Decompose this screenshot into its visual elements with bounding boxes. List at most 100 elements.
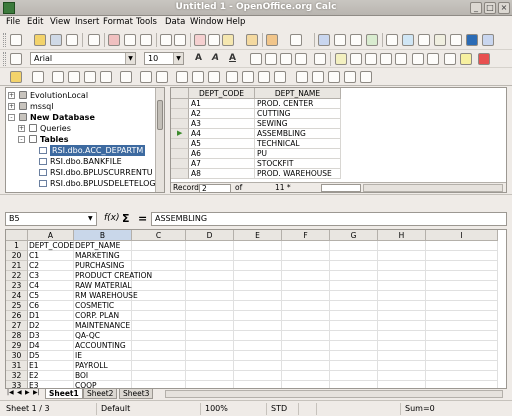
paste-icon[interactable]	[222, 34, 234, 46]
sheet-cell[interactable]	[378, 351, 426, 361]
sheet-cell[interactable]	[426, 291, 498, 301]
sheet-cell[interactable]	[330, 281, 378, 291]
sheet-cell[interactable]	[282, 251, 330, 261]
sheet-cell[interactable]: CORP. PLAN	[74, 311, 132, 321]
beamer-splitter[interactable]	[0, 194, 512, 208]
sheet-cell[interactable]	[234, 301, 282, 311]
apply-filter-icon[interactable]	[242, 71, 254, 83]
toolbar-grip[interactable]	[3, 33, 6, 47]
grid-cell-dept-name[interactable]: PU	[255, 149, 341, 159]
sheet-cell[interactable]: C5	[28, 291, 74, 301]
expand-icon[interactable]: +	[18, 125, 25, 132]
sheet-cell[interactable]	[132, 361, 186, 371]
sheet-cell[interactable]: COSMETIC	[74, 301, 132, 311]
sheet-cell[interactable]	[282, 371, 330, 381]
zoom-icon[interactable]	[466, 34, 478, 46]
menu-insert[interactable]: Insert	[75, 17, 99, 27]
tab-sheet2[interactable]: Sheet2	[83, 389, 118, 399]
sheet-cell[interactable]	[426, 301, 498, 311]
sheet-cell[interactable]	[186, 381, 234, 388]
justify-icon[interactable]	[295, 53, 307, 65]
sheet-cell[interactable]	[186, 241, 234, 251]
grid-cell-dept-code[interactable]: A7	[189, 159, 255, 169]
sheet-cell[interactable]	[378, 261, 426, 271]
sheet-cell[interactable]	[234, 331, 282, 341]
grid-cell-dept-code[interactable]: A6	[189, 149, 255, 159]
menu-format[interactable]: Format	[103, 17, 133, 27]
sheet-cell[interactable]	[330, 381, 378, 388]
menu-edit[interactable]: Edit	[27, 17, 43, 27]
sheet-cell[interactable]	[426, 261, 498, 271]
sheet-cell[interactable]	[426, 241, 498, 251]
column-header-c[interactable]: C	[132, 230, 186, 241]
bold-icon[interactable]: A	[195, 53, 202, 63]
sort-ascending-icon[interactable]	[192, 71, 204, 83]
percent-icon[interactable]	[350, 53, 362, 65]
grid-row-header[interactable]	[171, 99, 189, 109]
sheet-cell[interactable]	[132, 371, 186, 381]
formula-input[interactable]: ASSEMBLING	[151, 212, 507, 226]
close-icon[interactable]: ×	[498, 2, 510, 14]
menu-view[interactable]: View	[50, 17, 70, 27]
column-header-h[interactable]: H	[378, 230, 426, 241]
hyperlink-icon[interactable]	[318, 34, 330, 46]
row-header[interactable]: 21	[6, 261, 28, 271]
sheet-cell[interactable]	[282, 301, 330, 311]
grid-cell-dept-name[interactable]: CUTTING	[255, 109, 341, 119]
sheet-cell[interactable]	[234, 341, 282, 351]
sheet-cell[interactable]	[378, 331, 426, 341]
help-icon[interactable]	[482, 34, 494, 46]
sheet-cell[interactable]	[426, 331, 498, 341]
sheet-cell[interactable]	[330, 271, 378, 281]
underline-icon[interactable]: A	[229, 53, 236, 63]
grid-row-header[interactable]	[171, 169, 189, 179]
sheet-cell[interactable]	[426, 271, 498, 281]
sheet-cell[interactable]	[186, 271, 234, 281]
spellcheck-icon[interactable]	[160, 34, 172, 46]
italic-icon[interactable]: A	[212, 53, 219, 63]
autospellcheck-icon[interactable]	[174, 34, 186, 46]
sheet-cell[interactable]	[330, 251, 378, 261]
collapse-icon[interactable]: -	[8, 114, 15, 121]
sheet-cell[interactable]: ACCOUNTING	[74, 341, 132, 351]
status-selection-mode[interactable]: STD	[266, 403, 287, 415]
align-center-icon[interactable]	[265, 53, 277, 65]
sheet-cell[interactable]	[378, 361, 426, 371]
explorer-on-off-icon[interactable]	[10, 71, 22, 83]
styles-formatting-icon[interactable]	[10, 53, 22, 65]
sheet-cell[interactable]	[234, 281, 282, 291]
sort-ascending-icon[interactable]	[334, 34, 346, 46]
sheet-cell[interactable]	[378, 371, 426, 381]
sheet-cell[interactable]	[426, 341, 498, 351]
grid-row-header[interactable]	[171, 119, 189, 129]
sort-descending-icon[interactable]	[208, 71, 220, 83]
sheet-cell[interactable]	[426, 281, 498, 291]
row-header[interactable]: 23	[6, 281, 28, 291]
standard-format-icon[interactable]	[365, 53, 377, 65]
sheet-cell[interactable]	[234, 291, 282, 301]
email-icon[interactable]	[66, 34, 78, 46]
sheet-cell[interactable]: DEPT_CODE	[28, 241, 74, 251]
sheet-cell[interactable]	[282, 321, 330, 331]
sheet-cell[interactable]	[378, 381, 426, 388]
chevron-down-icon[interactable]: ▼	[88, 215, 93, 222]
cut-icon[interactable]	[52, 71, 64, 83]
row-header[interactable]: 33	[6, 381, 28, 388]
column-header-f[interactable]: F	[282, 230, 330, 241]
copy-icon[interactable]	[68, 71, 80, 83]
grid-cell-dept-name[interactable]: SEWING	[255, 119, 341, 129]
last-sheet-icon[interactable]: ▶|	[33, 389, 40, 396]
row-header[interactable]: 27	[6, 321, 28, 331]
sheet-cell[interactable]	[132, 301, 186, 311]
expand-icon[interactable]: +	[8, 103, 15, 110]
sheet-cell[interactable]	[378, 281, 426, 291]
name-box[interactable]: B5	[5, 212, 97, 226]
column-header-g[interactable]: G	[330, 230, 378, 241]
sheet-cell[interactable]	[282, 351, 330, 361]
sheet-cell[interactable]	[426, 311, 498, 321]
tab-sheet3[interactable]: Sheet3	[119, 389, 154, 399]
sheet-cell[interactable]: MARKETING	[74, 251, 132, 261]
font-size-combo[interactable]: 10 ▼	[144, 52, 184, 65]
undo-icon[interactable]	[100, 71, 112, 83]
sheet-cell[interactable]	[186, 291, 234, 301]
